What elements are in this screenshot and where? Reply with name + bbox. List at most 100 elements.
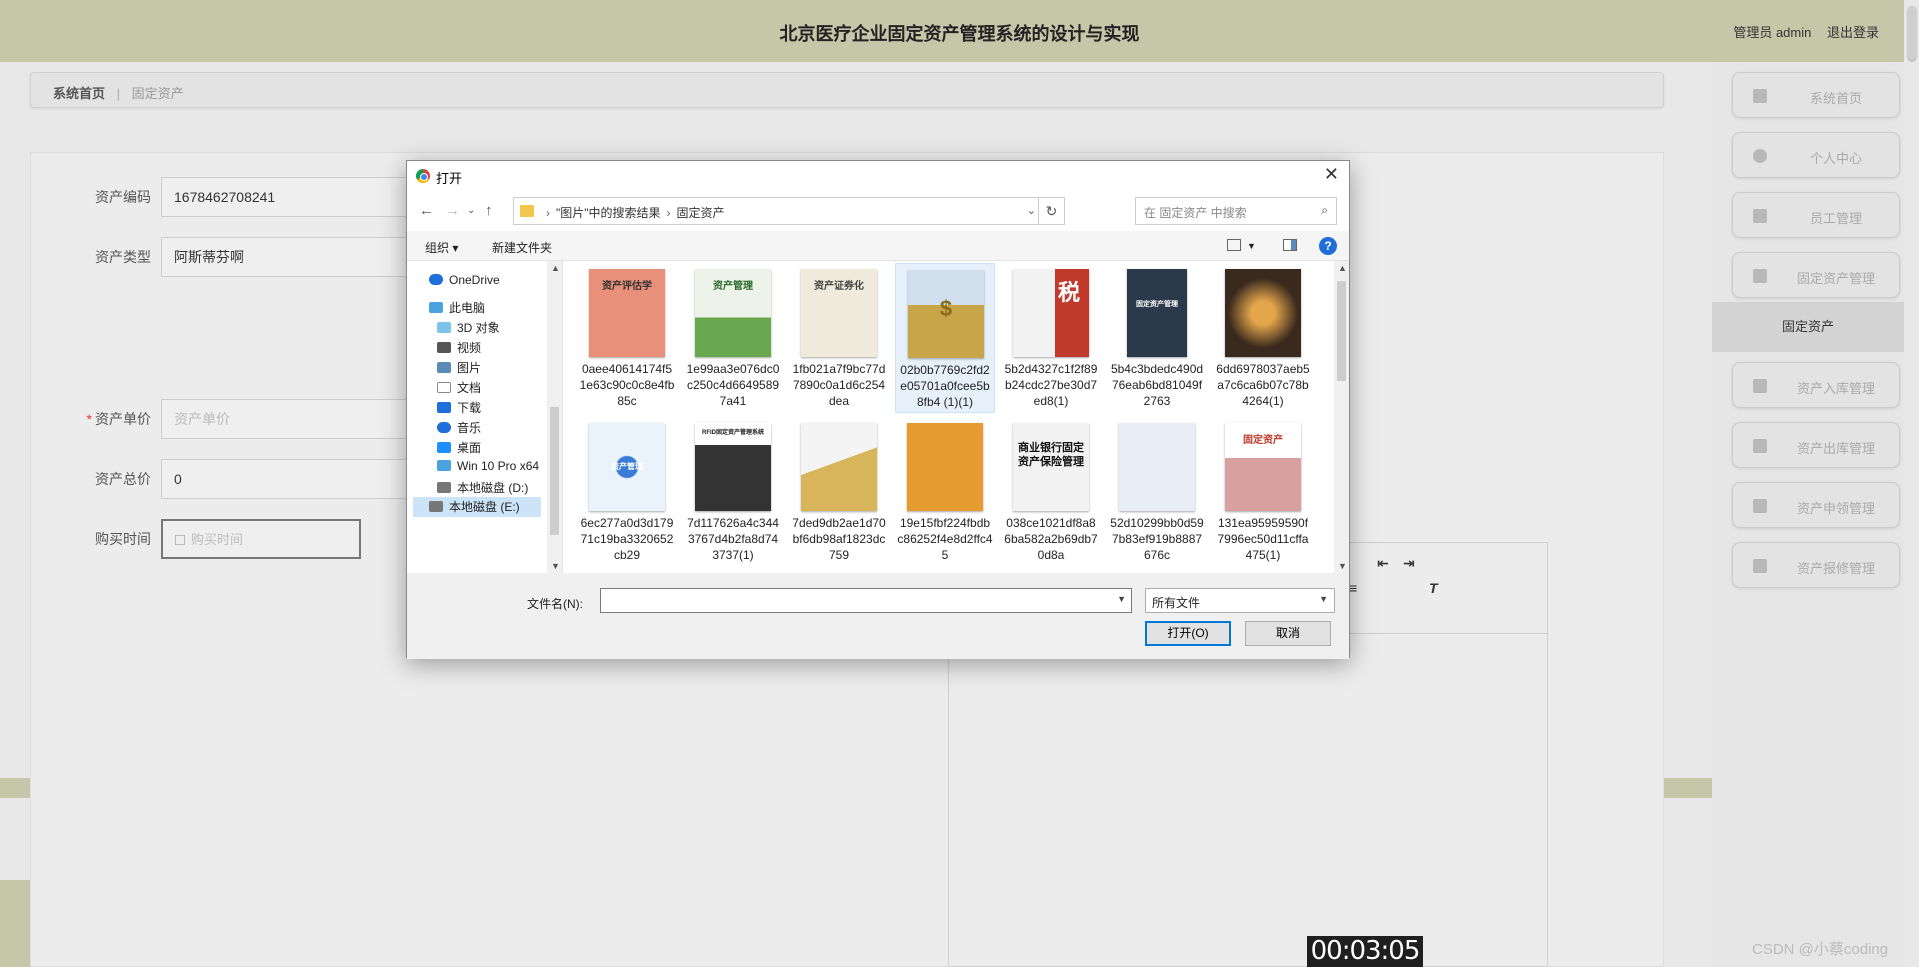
asset-code-row: 资产编码 1678462708241 (81, 177, 411, 217)
sidebar-item-fixed-assets[interactable]: 固定资产管理 (1732, 252, 1900, 298)
unit-price-input[interactable]: 资产单价 (161, 399, 411, 439)
file-list-scroll-thumb[interactable] (1337, 281, 1346, 381)
view-options-icon[interactable] (1227, 239, 1241, 251)
user-area: 管理员 admin 退出登录 (1721, 22, 1879, 41)
required-mark: * (86, 411, 92, 427)
total-price-input[interactable]: 0 (161, 459, 411, 499)
logout-link[interactable]: 退出登录 (1827, 25, 1879, 40)
path-segment[interactable]: "图片"中的搜索结果 (556, 206, 661, 220)
file-thumbnail: 固定资产 (1225, 423, 1301, 511)
file-item[interactable]: 资产管理 1e99aa3e076dc0c250c4d66495897a41 (683, 263, 783, 413)
purchase-time-input[interactable]: 购买时间 (161, 519, 361, 559)
scroll-up-icon[interactable]: ▲ (1338, 263, 1347, 273)
outdent-icon[interactable]: ⇤ (1377, 555, 1389, 572)
clear-format-icon[interactable]: T (1429, 580, 1438, 596)
path-segment[interactable]: 固定资产 (677, 206, 725, 220)
help-icon[interactable]: ? (1319, 237, 1337, 255)
file-thumbnail: RFID固定资产管理系统 (695, 423, 771, 511)
sidebar-item-inbound[interactable]: 资产入库管理 (1732, 362, 1900, 408)
sidebar-item-claim[interactable]: 资产申领管理 (1732, 482, 1900, 528)
new-folder-button[interactable]: 新建文件夹 (492, 239, 552, 256)
forward-arrow-icon[interactable]: → (445, 202, 460, 219)
picture-icon (437, 362, 451, 373)
open-button[interactable]: 打开(O) (1145, 621, 1231, 646)
chevron-down-icon[interactable]: ▼ (1117, 594, 1126, 604)
file-item[interactable]: 19e15fbf224fbdbc86252f4e8d2ffc45 (895, 417, 995, 567)
asset-code-input[interactable]: 1678462708241 (161, 177, 411, 217)
sidebar-item-outbound[interactable]: 资产出库管理 (1732, 422, 1900, 468)
nav-pictures[interactable]: 图片 (437, 359, 481, 376)
scroll-down-icon[interactable]: ▼ (1338, 561, 1347, 571)
nav-videos[interactable]: 视频 (437, 339, 481, 356)
close-icon[interactable]: ✕ (1324, 164, 1339, 185)
view-dropdown-icon[interactable]: ▼ (1247, 241, 1256, 251)
nav-label: 文档 (457, 381, 482, 395)
navigation-pane: OneDrive 此电脑 3D 对象 视频 图片 文档 下载 音乐 桌面 Win… (407, 261, 563, 573)
asset-code-label: 资产编码 (95, 189, 151, 205)
briefcase-icon (1753, 439, 1767, 453)
preview-pane-icon[interactable] (1283, 239, 1297, 251)
search-input[interactable]: 在 固定资产 中搜索 ⌕ (1135, 197, 1337, 225)
asset-type-input[interactable]: 阿斯蒂芬啊 (161, 237, 411, 277)
nav-drive-d[interactable]: 本地磁盘 (D:) (437, 479, 528, 496)
file-item[interactable]: 固定资产管理 5b4c3bdedc490d76eab6bd81049f2763 (1107, 263, 1207, 413)
cancel-button[interactable]: 取消 (1245, 621, 1331, 646)
align-center-icon[interactable]: ≡ (1349, 580, 1357, 596)
indent-icon[interactable]: ⇥ (1403, 555, 1415, 572)
file-item[interactable]: 资产评估学 0aee40614174f51e63c90c0c8e4fb85c (577, 263, 677, 413)
address-bar[interactable]: › "图片"中的搜索结果 › 固定资产 ⌄ ↻ (513, 197, 1065, 225)
scroll-up-icon[interactable]: ▲ (551, 263, 560, 273)
up-arrow-icon[interactable]: ↑ (485, 202, 493, 219)
file-item[interactable]: 6dd6978037aeb5a7c6ca6b07c78b4264(1) (1213, 263, 1313, 413)
nav-this-pc[interactable]: 此电脑 (429, 299, 485, 316)
refresh-icon[interactable]: ↻ (1038, 198, 1064, 224)
sidebar-item-home[interactable]: 系统首页 (1732, 72, 1900, 118)
filename-input[interactable]: ▼ (600, 588, 1132, 613)
breadcrumb-home[interactable]: 系统首页 (53, 86, 105, 101)
nav-music[interactable]: 音乐 (437, 419, 481, 436)
nav-label: 本地磁盘 (E:) (449, 500, 520, 514)
nav-3d-objects[interactable]: 3D 对象 (437, 319, 500, 336)
nav-onedrive[interactable]: OneDrive (429, 273, 500, 287)
file-item[interactable]: 52d10299bb0d597b83ef919b8887676c (1107, 417, 1207, 567)
nav-documents[interactable]: 文档 (437, 379, 481, 396)
file-item[interactable]: RFID固定资产管理系统 7d117626a4c3443767d4b2fa8d74… (683, 417, 783, 567)
back-arrow-icon[interactable]: ← (419, 202, 434, 219)
chevron-down-icon[interactable]: ⌄ (1027, 204, 1036, 217)
asset-type-row: 资产类型 阿斯蒂芬啊 (81, 237, 411, 277)
page-title: 北京医疗企业固定资产管理系统的设计与实现 (779, 24, 1140, 44)
sidebar-subitem-fixed-asset[interactable]: 固定资产 (1712, 302, 1904, 352)
file-item[interactable]: 固定资产 131ea95959590f7996ec50d11cffa475(1) (1213, 417, 1313, 567)
purchase-time-label: 购买时间 (95, 531, 151, 547)
nav-desktop[interactable]: 桌面 (437, 439, 481, 456)
watermark: CSDN @小蔡coding (1752, 941, 1889, 958)
scrollbar-thumb[interactable] (1908, 6, 1916, 60)
sidebar-item-employees[interactable]: 员工管理 (1732, 192, 1900, 238)
filename-label: 文件名(N): (527, 597, 583, 611)
purchase-time-row: 购买时间 购买时间 (81, 519, 361, 559)
organize-button[interactable]: 组织 ▾ (425, 239, 458, 256)
nav-downloads[interactable]: 下载 (437, 399, 481, 416)
file-item-selected[interactable]: $02b0b7769c2fd2e05701a0fcee5b8fb4 (1)(1) (895, 263, 995, 413)
sidebar-item-repair[interactable]: 资产报修管理 (1732, 542, 1900, 588)
nav-label: OneDrive (449, 273, 500, 287)
app-header: 北京医疗企业固定资产管理系统的设计与实现 管理员 admin 退出登录 (0, 0, 1919, 62)
file-item[interactable]: 资产管理 6ec277a0d3d17971c19ba3320652cb29 (577, 417, 677, 567)
scroll-down-icon[interactable]: ▼ (551, 561, 560, 571)
user-icon (1753, 149, 1767, 163)
file-item[interactable]: 商业银行固定资产保险管理 038ce1021df8a86ba582a2b69db7… (1001, 417, 1101, 567)
file-item[interactable]: 税 5b2d4327c1f2f89b24cdc27be30d7ed8(1) (1001, 263, 1101, 413)
filetype-select[interactable]: 所有文件 ▼ (1145, 588, 1335, 613)
nav-drive-e[interactable]: 本地磁盘 (E:) (413, 497, 541, 517)
nav-drive-c[interactable]: Win 10 Pro x64 (437, 459, 539, 473)
nav-scrollbar[interactable]: ▲ ▼ (547, 261, 562, 573)
file-list-scrollbar[interactable]: ▲ ▼ (1334, 261, 1349, 573)
calendar-icon (175, 535, 185, 545)
file-item[interactable]: 资产证券化 1fb021a7f9bc77d7890c0a1d6c254dea (789, 263, 889, 413)
page-scrollbar[interactable] (1904, 0, 1919, 967)
file-item[interactable]: 7ded9db2ae1d70bf6db98af1823dc759 (789, 417, 889, 567)
sidebar-item-profile[interactable]: 个人中心 (1732, 132, 1900, 178)
recent-locations-icon[interactable]: ⌄ (467, 205, 475, 216)
nav-scroll-thumb[interactable] (550, 407, 559, 535)
file-name: 131ea95959590f7996ec50d11cffa475(1) (1217, 516, 1309, 562)
